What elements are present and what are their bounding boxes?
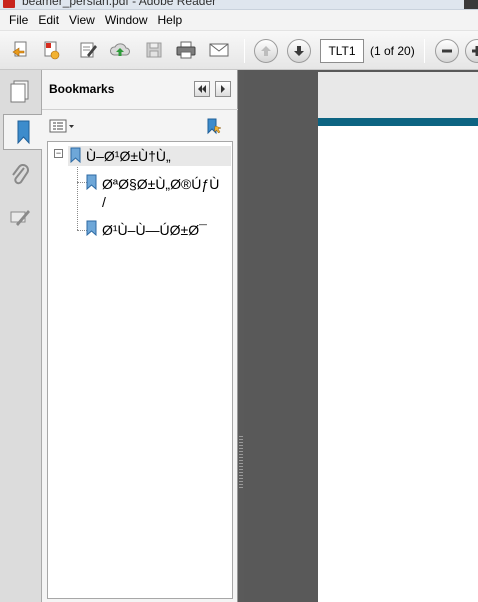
sign-button[interactable] (77, 39, 99, 61)
title-bar: beamer_persian.pdf - Adobe Reader (0, 0, 478, 10)
toolbar-separator (244, 39, 245, 63)
zoom-in-button[interactable] (465, 39, 478, 63)
bookmark-search-icon (207, 118, 222, 135)
convert-icon (44, 41, 60, 60)
bookmark-icon (86, 220, 97, 236)
pages-icon (10, 80, 29, 103)
pdf-page[interactable] (318, 72, 478, 602)
pages-panel-button[interactable] (4, 74, 36, 110)
page-count-label: (1 of 20) (370, 44, 415, 58)
save-icon (146, 42, 162, 58)
menu-edit[interactable]: Edit (33, 10, 64, 31)
zoom-in-icon (472, 46, 478, 56)
bookmark-label: ØªØ§Ø±Ù„Ø®ÚƒÙ (102, 176, 220, 192)
pdf-app-icon (3, 0, 15, 8)
bookmarks-header: Bookmarks (42, 70, 238, 110)
attachments-panel-button[interactable] (4, 158, 36, 194)
tree-connector (77, 164, 78, 230)
navigation-pane-strip (0, 70, 43, 602)
bookmark-label-continuation: / (102, 194, 106, 210)
attachments-icon (12, 164, 29, 185)
create-button[interactable] (10, 39, 32, 61)
window-controls[interactable] (464, 0, 478, 9)
menu-file[interactable]: File (4, 10, 33, 31)
hide-panel-button[interactable] (215, 81, 231, 97)
find-bookmark-button[interactable] (204, 115, 226, 137)
sign-icon (80, 42, 97, 58)
create-icon (12, 41, 27, 57)
upload-button[interactable] (109, 39, 131, 61)
save-button[interactable] (143, 39, 165, 61)
print-icon (176, 41, 196, 59)
menu-view[interactable]: View (64, 10, 100, 31)
bookmark-item[interactable]: Ø¹Ù–Ù—ÚØ±Ø¯ (86, 218, 232, 240)
toolbar: (1 of 20) (0, 31, 478, 70)
convert-button[interactable] (40, 39, 62, 61)
page-number-input[interactable] (320, 39, 364, 63)
bookmark-item[interactable]: ØªØ§Ø±Ù„Ø®ÚƒÙ / (86, 172, 232, 212)
bookmarks-toolbar (42, 111, 238, 141)
upload-icon (110, 43, 130, 56)
bookmark-icon (86, 174, 97, 190)
splitter-grip[interactable] (239, 436, 243, 488)
bookmarks-icon (17, 120, 29, 145)
slide-header-area (318, 72, 478, 118)
bookmarks-panel: Bookmarks − Ù–Ø¹Ø±Ù†Ù„ ØªØ§Ø±Ù„Ø®ÚƒÙ / Ø… (42, 70, 238, 602)
previous-page-icon (261, 46, 271, 56)
bookmarks-panel-button[interactable] (3, 114, 43, 150)
window-title: beamer_persian.pdf - Adobe Reader (22, 0, 217, 8)
previous-page-button[interactable] (254, 39, 278, 63)
menu-help[interactable]: Help (153, 10, 188, 31)
menu-window[interactable]: Window (100, 10, 153, 31)
zoom-out-button[interactable] (435, 39, 459, 63)
collapse-toggle[interactable]: − (54, 149, 63, 158)
zoom-out-icon (442, 49, 452, 53)
bookmark-icon (70, 147, 81, 163)
collapse-panel-button[interactable] (194, 81, 210, 97)
next-page-button[interactable] (287, 39, 311, 63)
bookmark-item-root[interactable]: Ù–Ø¹Ø±Ù†Ù„ (68, 146, 231, 166)
slide-header-bar (318, 118, 478, 126)
bookmark-label: Ù–Ø¹Ø±Ù†Ù„ (86, 148, 171, 164)
options-button[interactable] (49, 115, 77, 137)
bookmarks-tree: − Ù–Ø¹Ø±Ù†Ù„ ØªØ§Ø±Ù„Ø®ÚƒÙ / Ø¹Ù–Ù—ÚØ±Ø¯ (47, 141, 233, 599)
double-chevron-left-icon (198, 85, 206, 93)
signatures-panel-button[interactable] (4, 200, 36, 236)
email-button[interactable] (208, 39, 230, 61)
options-menu-icon (49, 119, 74, 133)
next-page-icon (294, 46, 304, 56)
chevron-right-icon (221, 85, 225, 93)
panel-title: Bookmarks (49, 82, 115, 96)
signatures-icon (10, 210, 30, 226)
email-icon (209, 43, 229, 57)
print-button[interactable] (175, 39, 197, 61)
bookmark-label: Ø¹Ù–Ù—ÚØ±Ø¯ (102, 222, 207, 238)
menu-bar: File Edit View Window Help (0, 10, 478, 31)
toolbar-separator (424, 39, 425, 63)
document-view[interactable] (244, 70, 478, 602)
